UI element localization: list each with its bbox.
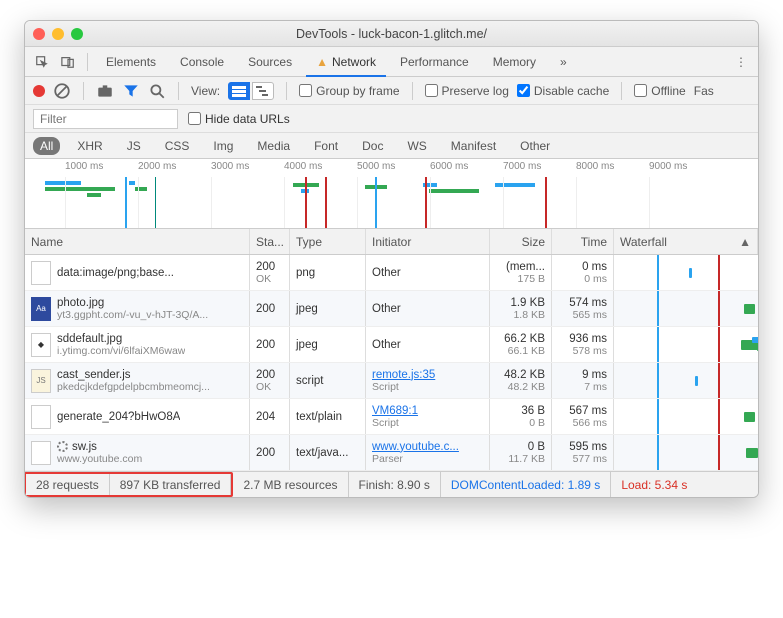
file-icon: JS bbox=[31, 369, 51, 393]
group-by-frame-checkbox[interactable]: Group by frame bbox=[299, 84, 399, 98]
col-size[interactable]: Size bbox=[490, 229, 552, 254]
tab-elements[interactable]: Elements bbox=[96, 47, 166, 77]
filter-manifest[interactable]: Manifest bbox=[444, 137, 503, 155]
filter-other[interactable]: Other bbox=[513, 137, 557, 155]
col-initiator[interactable]: Initiator bbox=[366, 229, 490, 254]
view-toggle bbox=[228, 82, 274, 100]
tab-performance[interactable]: Performance bbox=[390, 47, 479, 77]
sort-asc-icon: ▲ bbox=[739, 235, 751, 249]
filter-ws[interactable]: WS bbox=[400, 137, 433, 155]
file-icon bbox=[31, 405, 51, 429]
record-button[interactable] bbox=[33, 85, 45, 97]
more-tabs[interactable]: » bbox=[550, 47, 577, 77]
status-requests: 28 requests bbox=[26, 474, 110, 495]
filter-all[interactable]: All bbox=[33, 137, 60, 155]
devtools-window: DevTools - luck-bacon-1.glitch.me/ Eleme… bbox=[24, 20, 759, 498]
disable-cache-checkbox[interactable]: Disable cache bbox=[517, 84, 609, 98]
filter-js[interactable]: JS bbox=[120, 137, 148, 155]
file-icon bbox=[31, 441, 51, 465]
separator bbox=[87, 53, 88, 71]
timeline-overview[interactable]: 1000 ms2000 ms3000 ms4000 ms5000 ms6000 … bbox=[25, 159, 758, 229]
separator bbox=[178, 82, 179, 100]
file-icon bbox=[31, 261, 51, 285]
kebab-menu-icon[interactable]: ⋮ bbox=[730, 51, 752, 73]
inspect-icon[interactable] bbox=[31, 51, 53, 73]
window-title: DevTools - luck-bacon-1.glitch.me/ bbox=[25, 27, 758, 41]
status-dcl: DOMContentLoaded: 1.89 s bbox=[441, 472, 611, 497]
filter-media[interactable]: Media bbox=[250, 137, 297, 155]
tab-memory[interactable]: Memory bbox=[483, 47, 546, 77]
status-transferred: 897 KB transferred bbox=[110, 474, 232, 495]
separator bbox=[286, 82, 287, 100]
filter-doc[interactable]: Doc bbox=[355, 137, 390, 155]
hide-data-urls-checkbox[interactable]: Hide data URLs bbox=[188, 112, 290, 126]
table-row[interactable]: data:image/png;base... 200OK png Other (… bbox=[25, 255, 758, 291]
device-mode-icon[interactable] bbox=[57, 51, 79, 73]
status-bar: 28 requests 897 KB transferred 2.7 MB re… bbox=[25, 471, 758, 497]
filter-xhr[interactable]: XHR bbox=[70, 137, 109, 155]
tab-console[interactable]: Console bbox=[170, 47, 234, 77]
col-time[interactable]: Time bbox=[552, 229, 614, 254]
col-waterfall[interactable]: Waterfall▲ bbox=[614, 229, 758, 254]
waterfall-view[interactable] bbox=[252, 82, 274, 100]
table-row[interactable]: JS cast_sender.jspkedcjkdefgpdelpbcmbmeo… bbox=[25, 363, 758, 399]
filter-font[interactable]: Font bbox=[307, 137, 345, 155]
tab-sources[interactable]: Sources bbox=[238, 47, 302, 77]
file-icon: Aa bbox=[31, 297, 51, 321]
col-name[interactable]: Name bbox=[25, 229, 250, 254]
tab-network[interactable]: ▲Network bbox=[306, 47, 386, 77]
offline-checkbox[interactable]: Offline bbox=[634, 84, 685, 98]
filter-input[interactable] bbox=[33, 109, 178, 129]
warning-icon: ▲ bbox=[316, 55, 328, 69]
gear-icon bbox=[57, 441, 68, 452]
col-type[interactable]: Type bbox=[290, 229, 366, 254]
requests-table-body: data:image/png;base... 200OK png Other (… bbox=[25, 255, 758, 471]
file-icon: ◆ bbox=[31, 333, 51, 357]
throttling-label[interactable]: Fas bbox=[694, 84, 714, 98]
status-finish: Finish: 8.90 s bbox=[349, 472, 441, 497]
separator bbox=[83, 82, 84, 100]
requests-table-header: Name Sta... Type Initiator Size Time Wat… bbox=[25, 229, 758, 255]
devtools-tabs: Elements Console Sources ▲Network Perfor… bbox=[25, 47, 758, 77]
status-load: Load: 5.34 s bbox=[611, 472, 697, 497]
filter-css[interactable]: CSS bbox=[158, 137, 197, 155]
status-resources: 2.7 MB resources bbox=[233, 472, 348, 497]
table-row[interactable]: sw.jswww.youtube.com 200 text/java... ww… bbox=[25, 435, 758, 471]
search-icon[interactable] bbox=[148, 82, 166, 100]
type-filters: All XHR JS CSS Img Media Font Doc WS Manifest Othe… bbox=[25, 133, 758, 159]
clear-button[interactable] bbox=[53, 82, 71, 100]
table-row[interactable]: Aa photo.jpgyt3.ggpht.com/-vu_v-hJT-3Q/A… bbox=[25, 291, 758, 327]
titlebar: DevTools - luck-bacon-1.glitch.me/ bbox=[25, 21, 758, 47]
filter-bar: Hide data URLs bbox=[25, 105, 758, 133]
filter-toggle-icon[interactable] bbox=[122, 82, 140, 100]
filter-img[interactable]: Img bbox=[206, 137, 240, 155]
preserve-log-checkbox[interactable]: Preserve log bbox=[425, 84, 509, 98]
table-row[interactable]: ◆ sddefault.jpgi.ytimg.com/vi/6lfaiXM6wa… bbox=[25, 327, 758, 363]
separator bbox=[621, 82, 622, 100]
capture-screenshots-icon[interactable] bbox=[96, 82, 114, 100]
large-rows-view[interactable] bbox=[228, 82, 250, 100]
view-label: View: bbox=[191, 84, 220, 98]
separator bbox=[412, 82, 413, 100]
network-toolbar: View: Group by frame Preserve log Disabl… bbox=[25, 77, 758, 105]
table-row[interactable]: generate_204?bHwO8A 204 text/plain VM689… bbox=[25, 399, 758, 435]
col-status[interactable]: Sta... bbox=[250, 229, 290, 254]
